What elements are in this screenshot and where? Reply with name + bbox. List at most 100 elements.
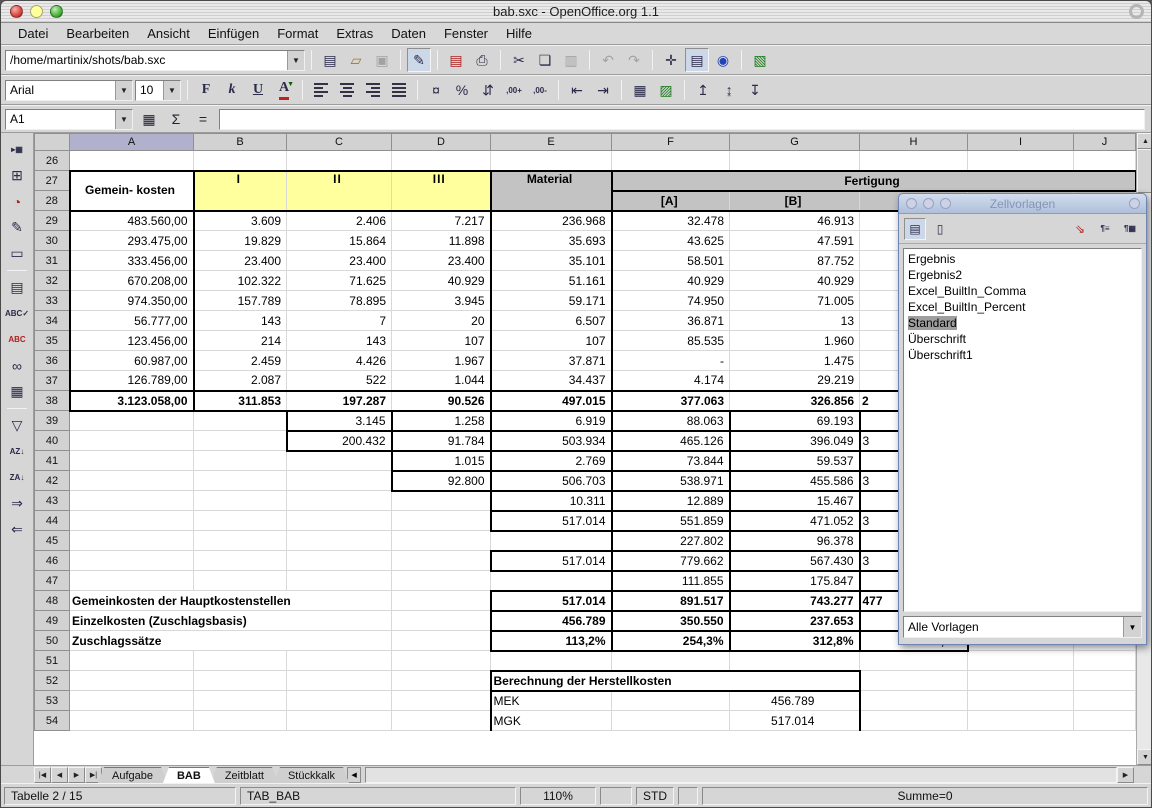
- scroll-up-icon[interactable]: ▲: [1137, 133, 1152, 149]
- cell-B53[interactable]: [194, 691, 287, 711]
- form-controls-icon[interactable]: ▭: [4, 241, 30, 266]
- cell-E49[interactable]: 456.789: [491, 611, 612, 631]
- sheet-tab-bab[interactable]: BAB: [163, 767, 215, 783]
- stylist-title-bar[interactable]: Zellvorlagen: [899, 194, 1146, 214]
- row-header-34[interactable]: 34: [35, 311, 70, 331]
- font-size-combobox[interactable]: 10 ▼: [135, 80, 181, 101]
- cell-E43[interactable]: 10.311: [491, 491, 612, 511]
- cell-F47[interactable]: 111.855: [612, 571, 730, 591]
- cell-C30[interactable]: 15.864: [287, 231, 392, 251]
- style-item--berschrift1[interactable]: Überschrift1: [904, 347, 1141, 363]
- cell-D54[interactable]: [392, 711, 491, 731]
- cell-A41[interactable]: [70, 451, 194, 471]
- cell-C51[interactable]: [287, 651, 392, 671]
- cell-G37[interactable]: 29.219: [730, 371, 860, 391]
- cell-A34[interactable]: 56.777,00: [70, 311, 194, 331]
- cell-C35[interactable]: 143: [287, 331, 392, 351]
- cell-F48[interactable]: 891.517: [612, 591, 730, 611]
- cell-B46[interactable]: [194, 551, 287, 571]
- menu-item-ansicht[interactable]: Ansicht: [138, 24, 199, 43]
- cell-G45[interactable]: 96.378: [730, 531, 860, 551]
- currency-icon[interactable]: ¤: [424, 78, 448, 102]
- hyperlink-icon[interactable]: ◉: [711, 48, 735, 72]
- chevron-down-icon[interactable]: ▼: [115, 110, 132, 129]
- cell-J54[interactable]: [1074, 711, 1136, 731]
- cell-F29[interactable]: 32.478: [612, 211, 730, 231]
- ungroup-icon[interactable]: ⇐: [4, 517, 30, 542]
- autoformat-icon[interactable]: ▤: [4, 275, 30, 300]
- new-style-from-selection-icon[interactable]: ¶≡: [1094, 218, 1116, 240]
- row-header-53[interactable]: 53: [35, 691, 70, 711]
- cell-C53[interactable]: [287, 691, 392, 711]
- cell-B45[interactable]: [194, 531, 287, 551]
- cell-A30[interactable]: 293.475,00: [70, 231, 194, 251]
- edit-file-icon[interactable]: ✎: [407, 48, 431, 72]
- column-header-C[interactable]: C: [287, 134, 392, 151]
- add-decimal-icon[interactable]: ,00+: [502, 78, 526, 102]
- cell-D39[interactable]: 1.258: [392, 411, 491, 431]
- cell-B37[interactable]: 2.087: [194, 371, 287, 391]
- cell-C26[interactable]: [287, 151, 392, 171]
- cell-J51[interactable]: [1074, 651, 1136, 671]
- cell-C32[interactable]: 71.625: [287, 271, 392, 291]
- cell-F50[interactable]: 254,3%: [612, 631, 730, 651]
- row-header-32[interactable]: 32: [35, 271, 70, 291]
- cell-A50[interactable]: Zuschlagssätze: [70, 631, 392, 651]
- row-header-27[interactable]: 27: [35, 171, 70, 191]
- cell-C41[interactable]: [287, 451, 392, 471]
- delete-decimal-icon[interactable]: ,00-: [528, 78, 552, 102]
- cell-E35[interactable]: 107: [491, 331, 612, 351]
- cell-I26[interactable]: [968, 151, 1074, 171]
- column-header-F[interactable]: F: [612, 134, 730, 151]
- align-center-vertical-icon[interactable]: ↨: [717, 78, 741, 102]
- cell-E26[interactable]: [491, 151, 612, 171]
- cell-F28[interactable]: [A]: [612, 191, 730, 211]
- cell-G30[interactable]: 47.591: [730, 231, 860, 251]
- row-header-37[interactable]: 37: [35, 371, 70, 391]
- cell-G44[interactable]: 471.052: [730, 511, 860, 531]
- cell-A36[interactable]: 60.987,00: [70, 351, 194, 371]
- formula-input[interactable]: [219, 109, 1145, 130]
- row-header-47[interactable]: 47: [35, 571, 70, 591]
- cell-B26[interactable]: [194, 151, 287, 171]
- cell-F39[interactable]: 88.063: [612, 411, 730, 431]
- row-header-36[interactable]: 36: [35, 351, 70, 371]
- cell-H26[interactable]: [860, 151, 968, 171]
- cell-B27[interactable]: I: [194, 171, 287, 211]
- spellcheck-icon[interactable]: ABC✓: [4, 301, 30, 326]
- align-top-icon[interactable]: ↥: [691, 78, 715, 102]
- export-pdf-icon[interactable]: ▤: [444, 48, 468, 72]
- align-right-button[interactable]: [361, 78, 385, 102]
- horizontal-scrollbar[interactable]: [365, 767, 1117, 783]
- cell-E40[interactable]: 503.934: [491, 431, 612, 451]
- row-header-41[interactable]: 41: [35, 451, 70, 471]
- row-header-44[interactable]: 44: [35, 511, 70, 531]
- cell-B39[interactable]: [194, 411, 287, 431]
- column-header-H[interactable]: H: [860, 134, 968, 151]
- cell-A46[interactable]: [70, 551, 194, 571]
- cell-F31[interactable]: 58.501: [612, 251, 730, 271]
- row-header-35[interactable]: 35: [35, 331, 70, 351]
- row-header-38[interactable]: 38: [35, 391, 70, 411]
- insert-object-icon[interactable]: ◔: [4, 189, 30, 214]
- cell-G43[interactable]: 15.467: [730, 491, 860, 511]
- first-sheet-icon[interactable]: |◀: [34, 767, 51, 783]
- cell-B42[interactable]: [194, 471, 287, 491]
- cell-A33[interactable]: 974.350,00: [70, 291, 194, 311]
- cell-E38[interactable]: 497.015: [491, 391, 612, 411]
- cell-I53[interactable]: [968, 691, 1074, 711]
- menu-item-bearbeiten[interactable]: Bearbeiten: [57, 24, 138, 43]
- align-center-button[interactable]: [335, 78, 359, 102]
- cell-E29[interactable]: 236.968: [491, 211, 612, 231]
- cell-F37[interactable]: 4.174: [612, 371, 730, 391]
- cell-G26[interactable]: [730, 151, 860, 171]
- menu-item-einfgen[interactable]: Einfügen: [199, 24, 268, 43]
- vertical-scroll-thumb[interactable]: [1137, 149, 1152, 193]
- cell-E39[interactable]: 6.919: [491, 411, 612, 431]
- chevron-down-icon[interactable]: ▼: [1123, 617, 1141, 637]
- cell-A35[interactable]: 123.456,00: [70, 331, 194, 351]
- auto-spellcheck-icon[interactable]: ABC: [4, 327, 30, 352]
- cell-H54[interactable]: [860, 711, 968, 731]
- cell-B30[interactable]: 19.829: [194, 231, 287, 251]
- cell-E32[interactable]: 51.161: [491, 271, 612, 291]
